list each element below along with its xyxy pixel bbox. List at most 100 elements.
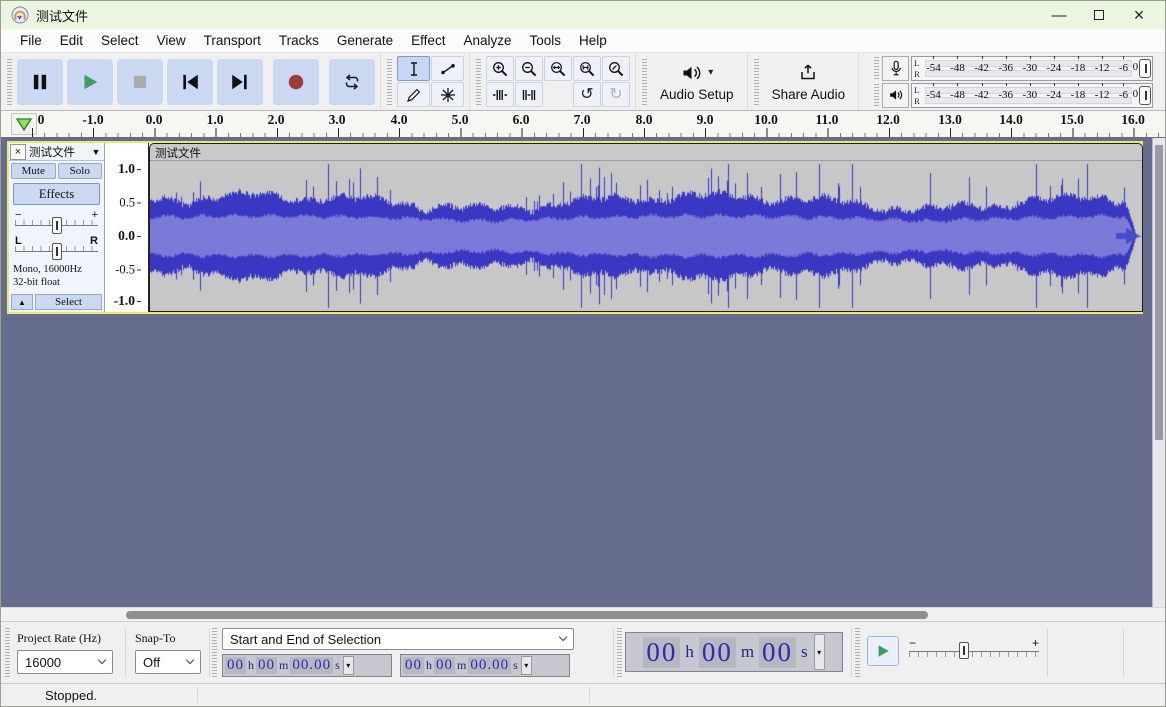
horizontal-scrollbar-thumb[interactable] xyxy=(126,611,928,619)
audio-setup-grip[interactable] xyxy=(642,59,647,105)
zoom-out-button[interactable] xyxy=(515,56,543,81)
time-format-dropdown[interactable]: ▾ xyxy=(814,634,825,670)
transport-toolbar-grip[interactable] xyxy=(7,59,12,105)
recording-volume-slider-thumb[interactable] xyxy=(1139,59,1151,78)
position-seconds[interactable]: 00 xyxy=(759,637,796,668)
vertical-scrollbar-thumb[interactable] xyxy=(1155,145,1163,440)
playback-volume-slider-thumb[interactable] xyxy=(1139,86,1151,105)
share-audio-button[interactable]: Share Audio xyxy=(762,60,856,104)
clip-title-bar[interactable]: 测试文件 xyxy=(150,144,1142,161)
position-minutes[interactable]: 00 xyxy=(699,637,736,668)
playback-meter-grip[interactable] xyxy=(874,84,879,106)
zoom-toggle-button[interactable] xyxy=(602,56,630,81)
gain-slider[interactable]: − + xyxy=(15,209,98,234)
selection-tool-button[interactable] xyxy=(397,56,430,81)
zoom-selection-button[interactable] xyxy=(544,56,572,81)
tools-toolbar-grip[interactable] xyxy=(387,59,392,105)
skip-to-start-button[interactable] xyxy=(167,59,213,105)
multi-tool-button[interactable] xyxy=(431,82,464,107)
mute-button[interactable]: Mute xyxy=(11,163,56,179)
selection-toolbar-grip[interactable] xyxy=(5,628,10,677)
undo-button[interactable]: ↺ xyxy=(573,82,601,107)
timeline-ruler[interactable]: 0 -1.0 0.0 1.0 2.0 3.0 4.0 5.0 6.0 7.0 8… xyxy=(1,111,1165,138)
time-format-dropdown[interactable]: ▾ xyxy=(343,656,354,675)
selection-fields-grip[interactable] xyxy=(212,628,217,677)
unit-label: m xyxy=(457,658,466,673)
selection-start-field[interactable]: 00h 00m 00.00s ▾ xyxy=(222,654,392,677)
close-button[interactable]: × xyxy=(1119,2,1159,28)
menu-item-effect[interactable]: Effect xyxy=(402,30,454,51)
menu-item-view[interactable]: View xyxy=(148,30,195,51)
position-hours[interactable]: 00 xyxy=(643,637,680,668)
zoom-in-button[interactable] xyxy=(486,56,514,81)
redo-button[interactable]: ↻ xyxy=(602,82,630,107)
pan-slider[interactable]: L R xyxy=(15,235,98,260)
zoom-fit-project-button[interactable] xyxy=(573,56,601,81)
audio-clip[interactable]: 测试文件 xyxy=(149,143,1143,312)
menu-item-edit[interactable]: Edit xyxy=(51,30,92,51)
end-minutes[interactable]: 00 xyxy=(434,657,455,674)
recording-meter-strip[interactable]: LR -54-48-42-36-30-24-18-12-6 0 xyxy=(911,56,1153,81)
record-button[interactable] xyxy=(273,59,319,105)
time-format-dropdown[interactable]: ▾ xyxy=(521,656,532,675)
playback-meter-button[interactable] xyxy=(882,83,909,108)
unit-label: s xyxy=(513,658,518,673)
minimize-button[interactable]: — xyxy=(1039,2,1079,28)
track-name[interactable]: 测试文件 xyxy=(26,144,88,160)
timeline-label: 6.0 xyxy=(513,112,530,128)
play-at-speed-grip[interactable] xyxy=(855,628,860,677)
menu-item-select[interactable]: Select xyxy=(92,30,148,51)
draw-tool-button[interactable] xyxy=(397,82,430,107)
solo-button[interactable]: Solo xyxy=(58,163,103,179)
menu-item-analyze[interactable]: Analyze xyxy=(454,30,520,51)
speed-slider-thumb[interactable] xyxy=(959,642,969,659)
end-hours[interactable]: 00 xyxy=(403,657,424,674)
menu-item-file[interactable]: File xyxy=(11,30,51,51)
track-close-button[interactable]: × xyxy=(10,144,26,160)
snap-to-select[interactable]: Off xyxy=(135,650,201,674)
stop-button[interactable] xyxy=(117,59,163,105)
menu-item-help[interactable]: Help xyxy=(570,30,616,51)
start-hours[interactable]: 00 xyxy=(225,657,246,674)
playback-meter-strip[interactable]: LR -54-48-42-36-30-24-18-12-6 0 xyxy=(911,83,1153,108)
share-audio-grip[interactable] xyxy=(754,59,759,105)
trim-audio-button[interactable] xyxy=(486,82,514,107)
play-at-speed-button[interactable] xyxy=(867,636,899,666)
horizontal-scrollbar[interactable] xyxy=(1,607,1165,621)
edit-toolbar-grip[interactable] xyxy=(476,59,481,105)
collapse-track-button[interactable]: ▲ xyxy=(11,294,33,310)
start-seconds[interactable]: 00.00 xyxy=(290,657,333,674)
effects-button[interactable]: Effects xyxy=(13,183,100,205)
zoom-in-icon xyxy=(491,60,509,78)
menu-item-generate[interactable]: Generate xyxy=(328,30,402,51)
track-area[interactable]: × 测试文件 ▼ Mute Solo Effects − + L xyxy=(1,138,1165,607)
recording-meter-button[interactable] xyxy=(882,56,909,81)
gain-slider-thumb[interactable] xyxy=(52,217,62,234)
loop-button[interactable] xyxy=(329,59,375,105)
start-minutes[interactable]: 00 xyxy=(256,657,277,674)
audio-position-display[interactable]: 00h 00m 00s ▾ xyxy=(625,632,843,672)
menu-item-transport[interactable]: Transport xyxy=(195,30,270,51)
envelope-tool-button[interactable] xyxy=(431,56,464,81)
waveform-canvas[interactable] xyxy=(150,161,1142,311)
time-toolbar-grip[interactable] xyxy=(617,628,622,677)
select-track-button[interactable]: Select xyxy=(35,294,102,310)
pan-slider-thumb[interactable] xyxy=(52,243,62,260)
selection-mode-select[interactable]: Start and End of Selection xyxy=(222,628,574,650)
menu-item-tools[interactable]: Tools xyxy=(520,30,570,51)
maximize-button[interactable] xyxy=(1079,2,1119,28)
recording-meter-grip[interactable] xyxy=(874,57,879,79)
track-menu-button[interactable]: ▼ xyxy=(88,147,104,157)
audio-setup-button[interactable]: ▾ Audio Setup xyxy=(650,60,744,104)
vertical-scale-ruler[interactable]: 1.0 0.5 0.0 -0.5 -1.0 xyxy=(105,143,149,312)
play-button[interactable] xyxy=(67,59,113,105)
end-seconds[interactable]: 00.00 xyxy=(468,657,511,674)
skip-to-end-button[interactable] xyxy=(217,59,263,105)
vertical-scrollbar[interactable] xyxy=(1152,138,1165,607)
silence-audio-button[interactable] xyxy=(515,82,543,107)
playback-speed-slider[interactable]: − + xyxy=(909,638,1039,666)
selection-end-field[interactable]: 00h 00m 00.00s ▾ xyxy=(400,654,570,677)
pause-button[interactable] xyxy=(17,59,63,105)
project-rate-select[interactable]: 16000 xyxy=(17,650,113,674)
menu-item-tracks[interactable]: Tracks xyxy=(270,30,328,51)
